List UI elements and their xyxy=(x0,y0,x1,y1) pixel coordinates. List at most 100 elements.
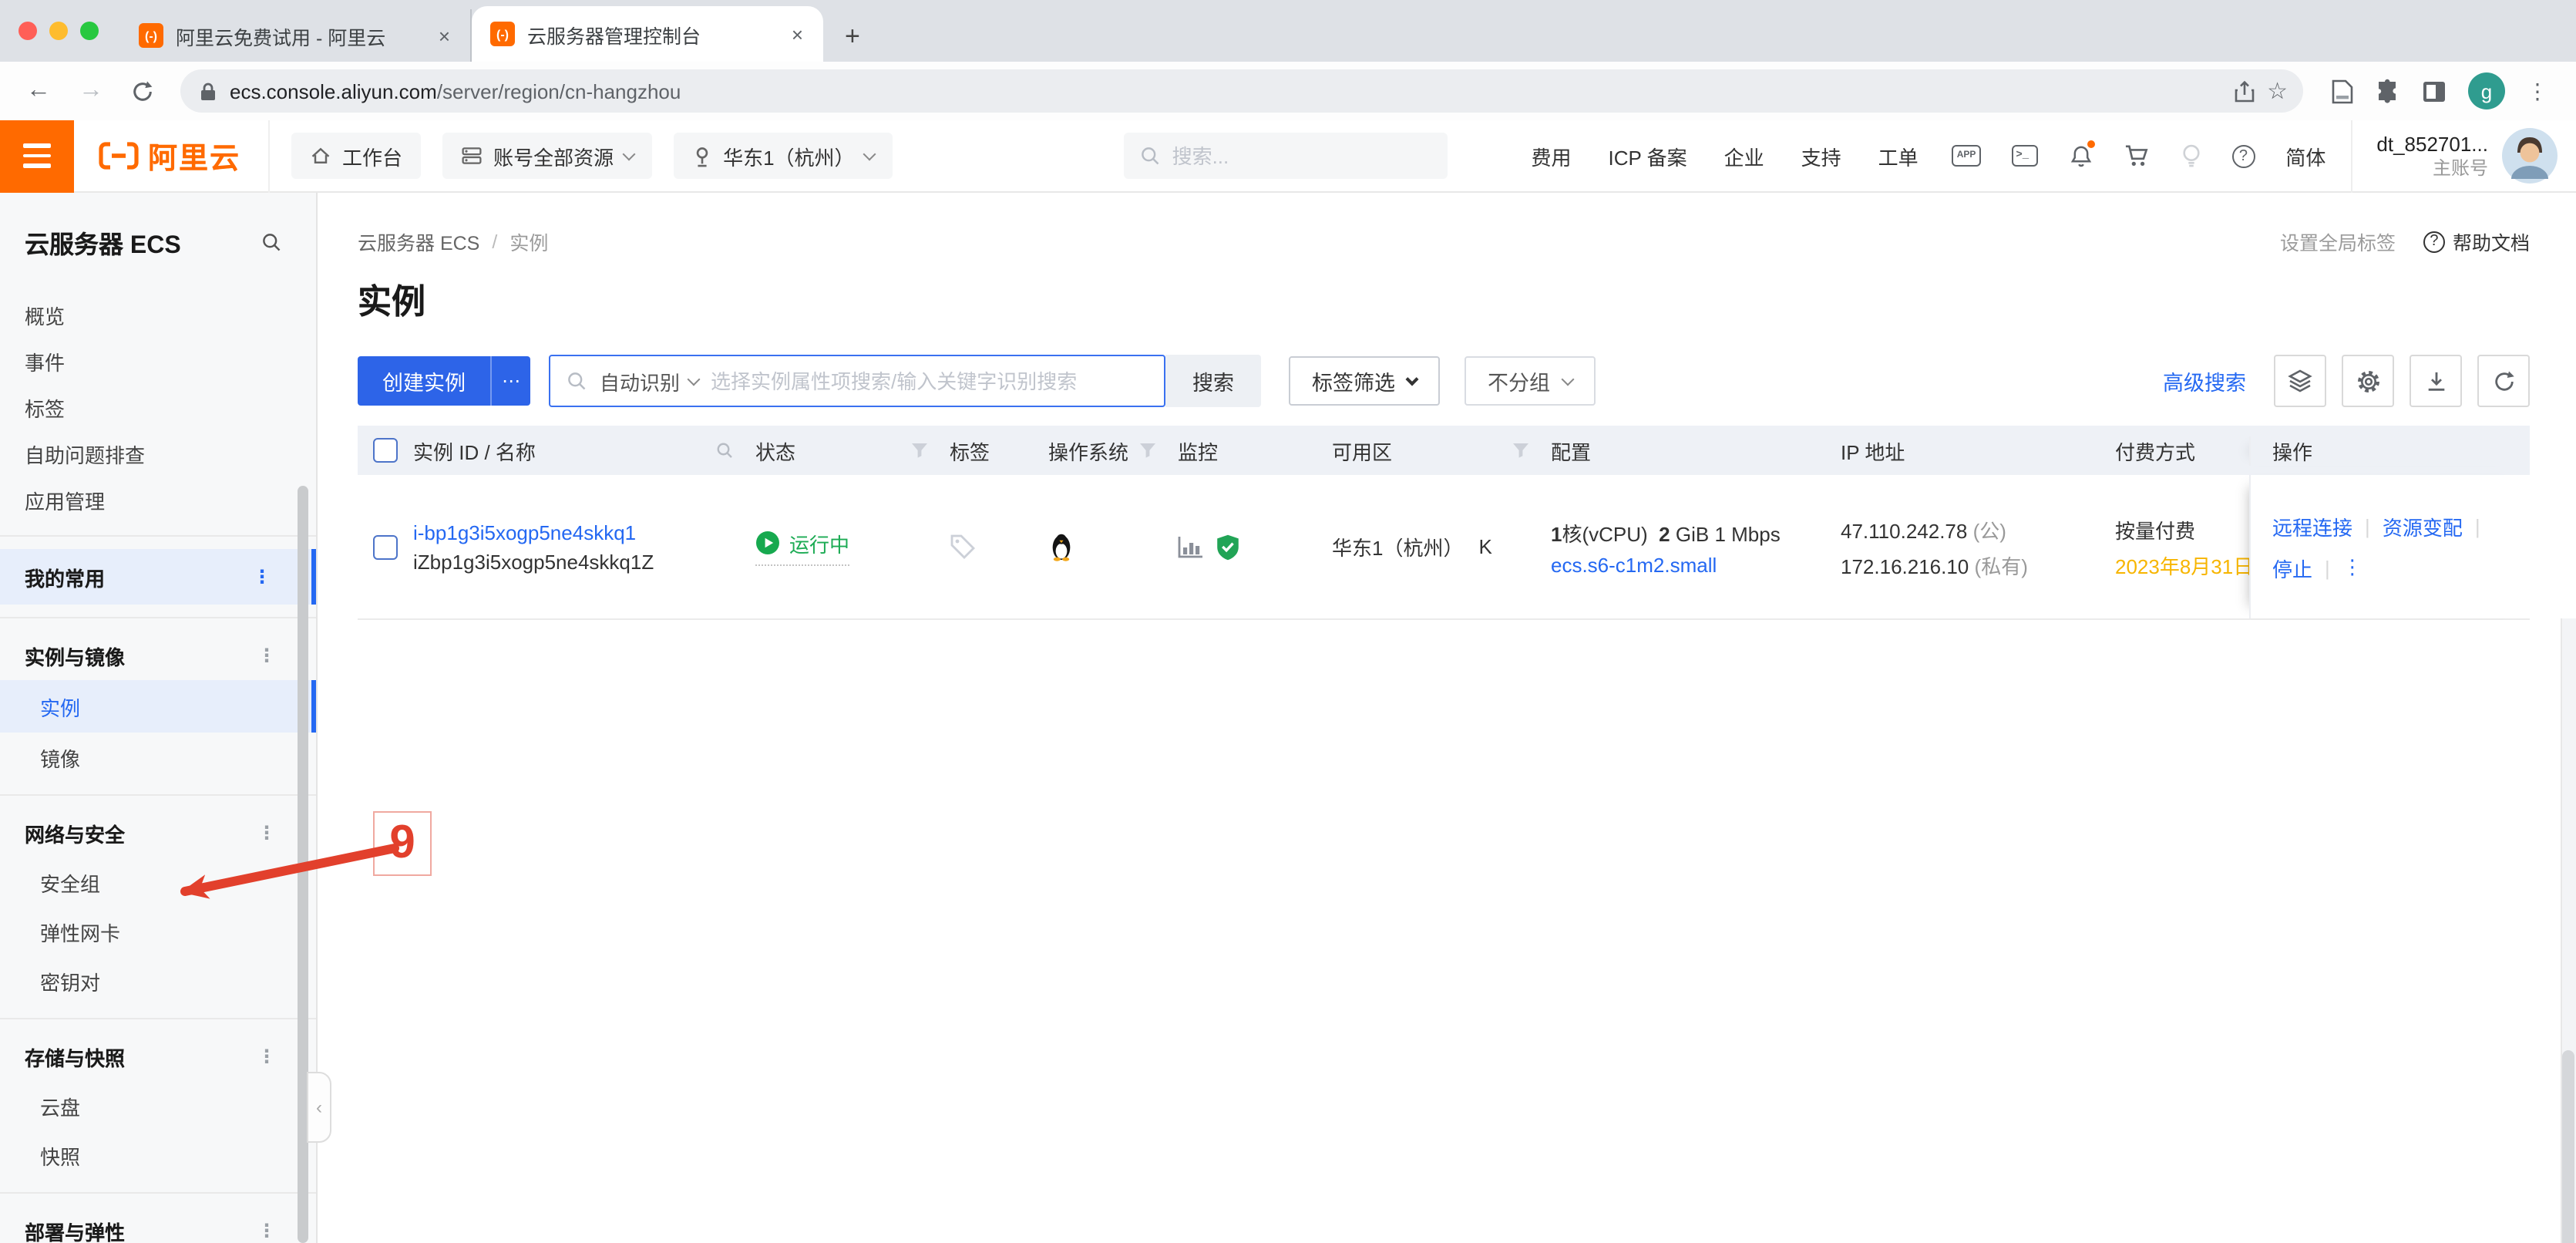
user-avatar[interactable] xyxy=(2502,128,2558,184)
instance-search-box[interactable]: 自动识别 xyxy=(549,355,1165,407)
minimize-window-button[interactable] xyxy=(49,22,68,40)
nav-link-billing[interactable]: 费用 xyxy=(1531,141,1571,170)
browser-profile-avatar[interactable]: g xyxy=(2468,72,2505,109)
mobile-app-icon[interactable]: APP xyxy=(1952,145,1981,167)
sidebar-item-events[interactable]: 事件 xyxy=(0,338,316,384)
nav-link-ticket[interactable]: 工单 xyxy=(1878,141,1919,170)
address-bar[interactable]: ecs.console.aliyun.com/server/region/cn-… xyxy=(180,69,2303,113)
export-download-button[interactable] xyxy=(2410,355,2462,407)
kebab-menu-icon[interactable]: ⋮ xyxy=(253,566,271,588)
close-window-button[interactable] xyxy=(18,22,37,40)
back-button[interactable]: ← xyxy=(15,77,62,105)
kebab-menu-icon[interactable]: ⋮ xyxy=(257,645,276,666)
top-nav-icons: APP >_ ? xyxy=(1952,143,2255,169)
kebab-menu-icon[interactable]: ⋮ xyxy=(257,1220,276,1241)
reload-button[interactable] xyxy=(120,79,165,103)
hamburger-menu-button[interactable] xyxy=(0,120,74,192)
breadcrumb-root[interactable]: 云服务器 ECS xyxy=(358,227,479,256)
page-scrollbar[interactable] xyxy=(2561,618,2576,1243)
close-tab-icon[interactable]: × xyxy=(434,24,455,47)
cloudshell-icon[interactable]: >_ xyxy=(2011,145,2037,167)
close-tab-icon[interactable]: × xyxy=(787,22,808,45)
sidebar-group-deploy-elasticity[interactable]: 部署与弹性 ⋮ xyxy=(0,1206,316,1243)
grouping-selector[interactable]: 不分组 xyxy=(1465,356,1595,406)
advanced-search-link[interactable]: 高级搜索 xyxy=(2163,365,2246,396)
settings-gear-button[interactable] xyxy=(2342,355,2394,407)
chevron-down-icon xyxy=(1561,372,1574,386)
monitor-chart-icon[interactable] xyxy=(1178,535,1204,558)
bookmark-star-icon[interactable]: ☆ xyxy=(2267,77,2288,105)
browser-menu-icon[interactable]: ⋮ xyxy=(2527,78,2548,104)
tab-aliyun-trial[interactable]: (-) 阿里云免费试用 - 阿里云 × xyxy=(120,9,472,62)
row-checkbox[interactable] xyxy=(373,534,398,559)
extensions-icon[interactable] xyxy=(2376,79,2400,103)
nav-link-enterprise[interactable]: 企业 xyxy=(1724,141,1764,170)
sidebar-collapse-handle[interactable]: ‹ xyxy=(307,1072,331,1143)
sidebar-item-disks[interactable]: 云盘 xyxy=(0,1081,316,1130)
resize-resources-link[interactable]: 资源变配 xyxy=(2383,511,2463,541)
new-tab-button[interactable]: + xyxy=(823,22,882,62)
forward-button[interactable]: → xyxy=(68,77,114,105)
auto-detect-dropdown[interactable]: 自动识别 xyxy=(600,366,698,396)
lightbulb-icon[interactable] xyxy=(2181,143,2201,169)
tag-filter-button[interactable]: 标签筛选 xyxy=(1289,356,1440,406)
col-id-name: 实例 ID / 名称 xyxy=(413,436,536,465)
search-button[interactable]: 搜索 xyxy=(1165,355,1261,407)
help-icon[interactable]: ? xyxy=(2231,144,2255,167)
instance-search-input[interactable] xyxy=(711,369,1148,392)
side-panel-icon[interactable] xyxy=(2422,79,2447,103)
sidebar-item-apps[interactable]: 应用管理 xyxy=(0,477,316,523)
tab-ecs-console[interactable]: (-) 云服务器管理控制台 × xyxy=(472,6,823,62)
page-title: 实例 xyxy=(358,275,2530,324)
aliyun-logo[interactable]: 阿里云 xyxy=(74,135,268,177)
sidebar-item-snapshots[interactable]: 快照 xyxy=(0,1130,316,1180)
more-actions-icon[interactable]: ⋮ xyxy=(2342,555,2362,580)
page-scrollbar-thumb[interactable] xyxy=(2562,1050,2574,1243)
create-instance-more-button[interactable]: ⋯ xyxy=(490,356,530,406)
instance-id-link[interactable]: i-bp1g3i5xogp5ne4skkq1 xyxy=(413,520,654,544)
sidebar-item-instances[interactable]: 实例 xyxy=(0,680,316,733)
stop-instance-link[interactable]: 停止 xyxy=(2272,553,2312,582)
share-icon[interactable] xyxy=(2233,79,2255,103)
nav-link-icp[interactable]: ICP 备案 xyxy=(1608,141,1687,170)
refresh-button[interactable] xyxy=(2477,355,2530,407)
notifications-bell-icon[interactable] xyxy=(2068,143,2093,169)
help-doc-link[interactable]: ? 帮助文档 xyxy=(2423,227,2530,256)
reading-list-icon[interactable] xyxy=(2331,78,2354,104)
filter-funnel-icon[interactable] xyxy=(1139,442,1156,459)
maximize-window-button[interactable] xyxy=(80,22,99,40)
select-all-checkbox[interactable] xyxy=(373,438,398,463)
sidebar-item-images[interactable]: 镜像 xyxy=(0,733,316,782)
sidebar-item-overview[interactable]: 概览 xyxy=(0,291,316,338)
account-menu[interactable]: dt_852701... 主账号 xyxy=(2350,120,2576,192)
instance-type-link[interactable]: ecs.s6-c1m2.small xyxy=(1551,553,1781,576)
kebab-menu-icon[interactable]: ⋮ xyxy=(257,1046,276,1067)
resource-scope-selector[interactable]: 账号全部资源 xyxy=(442,133,652,179)
region-selector[interactable]: 华东1（杭州） xyxy=(674,133,893,179)
sidebar-search-icon[interactable] xyxy=(261,231,282,253)
security-shield-icon[interactable] xyxy=(1215,533,1241,561)
remote-connect-link[interactable]: 远程连接 xyxy=(2272,511,2352,541)
sidebar-group-instances-images[interactable]: 实例与镜像 ⋮ xyxy=(0,631,316,680)
console-search-input[interactable] xyxy=(1172,144,1404,167)
browser-tab-strip: (-) 阿里云免费试用 - 阿里云 × (-) 云服务器管理控制台 × + xyxy=(0,0,2576,62)
macos-window-controls[interactable] xyxy=(0,0,120,62)
filter-funnel-icon[interactable] xyxy=(911,442,928,459)
cart-icon[interactable] xyxy=(2124,143,2150,168)
sidebar-item-keypairs[interactable]: 密钥对 xyxy=(0,956,316,1006)
workbench-button[interactable]: 工作台 xyxy=(291,133,421,179)
nav-link-support[interactable]: 支持 xyxy=(1801,141,1841,170)
set-global-tag-link[interactable]: 设置全局标签 xyxy=(2280,227,2396,256)
sidebar-group-storage-snapshots[interactable]: 存储与快照 ⋮ xyxy=(0,1032,316,1081)
sidebar-item-tags[interactable]: 标签 xyxy=(0,384,316,430)
tag-icon[interactable] xyxy=(950,534,976,560)
language-selector[interactable]: 简体 xyxy=(2285,141,2325,170)
sidebar-group-favorites[interactable]: 我的常用 ⋮ xyxy=(0,549,316,605)
breadcrumb-current: 实例 xyxy=(509,227,548,256)
create-instance-button[interactable]: 创建实例 xyxy=(358,356,490,406)
column-search-icon[interactable] xyxy=(715,441,734,460)
filter-funnel-icon[interactable] xyxy=(1512,442,1529,459)
layers-button[interactable] xyxy=(2274,355,2326,407)
sidebar-item-troubleshoot[interactable]: 自助问题排查 xyxy=(0,430,316,477)
console-search[interactable] xyxy=(1125,133,1448,179)
